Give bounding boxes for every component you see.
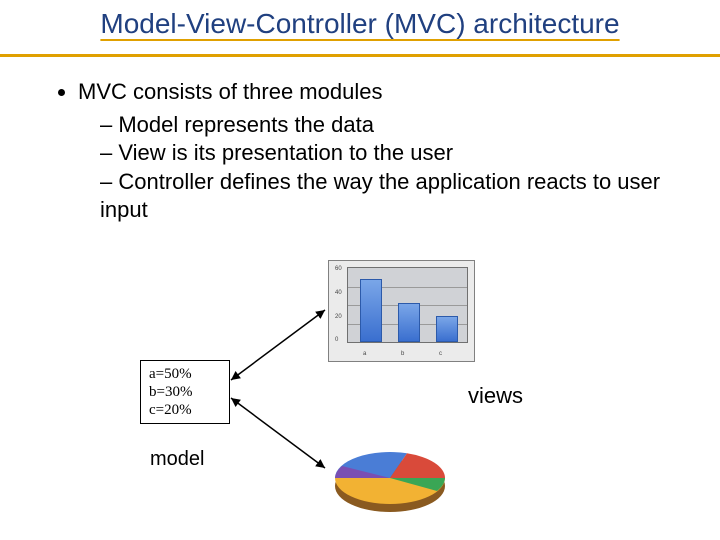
bullet-sub-1: Model represents the data	[100, 111, 670, 140]
bar-ytick-60: 60	[335, 266, 342, 272]
bar-ytick-0: 0	[335, 337, 338, 343]
bar-c	[436, 316, 458, 342]
pie-svg	[330, 440, 450, 520]
bar-ytick-20: 20	[335, 314, 342, 320]
bar-ytick-40: 40	[335, 290, 342, 296]
slide-title-text: Model-View-Controller (MVC) architecture	[100, 8, 619, 39]
bullet-main-text: MVC consists of three modules	[78, 79, 382, 104]
bar-xtick-a: a	[363, 351, 366, 357]
model-label: model	[150, 448, 204, 471]
bar-b	[398, 303, 420, 342]
model-data-box: a=50% b=30% c=20%	[140, 360, 230, 424]
views-label: views	[468, 383, 523, 409]
bullet-sub-3: Controller defines the way the applicati…	[100, 168, 670, 225]
title-underline-rule	[0, 54, 720, 57]
model-b: b=30%	[149, 383, 221, 401]
body-text: MVC consists of three modules Model repr…	[50, 78, 670, 225]
bar-a	[360, 279, 382, 342]
bar-xtick-c: c	[439, 351, 442, 357]
arrow-model-to-pie	[225, 390, 335, 480]
bullet-main: MVC consists of three modules Model repr…	[78, 78, 670, 225]
bar-plot-area	[347, 267, 468, 343]
slide-title: Model-View-Controller (MVC) architecture	[0, 8, 720, 40]
model-a: a=50%	[149, 365, 221, 383]
pie-chart-view	[330, 440, 450, 510]
model-c: c=20%	[149, 401, 221, 419]
bar-chart-view: 60 40 20 0 a b c	[328, 260, 475, 362]
bullet-sub-2: View is its presentation to the user	[100, 139, 670, 168]
arrow-model-to-bar	[225, 300, 335, 390]
bar-xtick-b: b	[401, 351, 404, 357]
